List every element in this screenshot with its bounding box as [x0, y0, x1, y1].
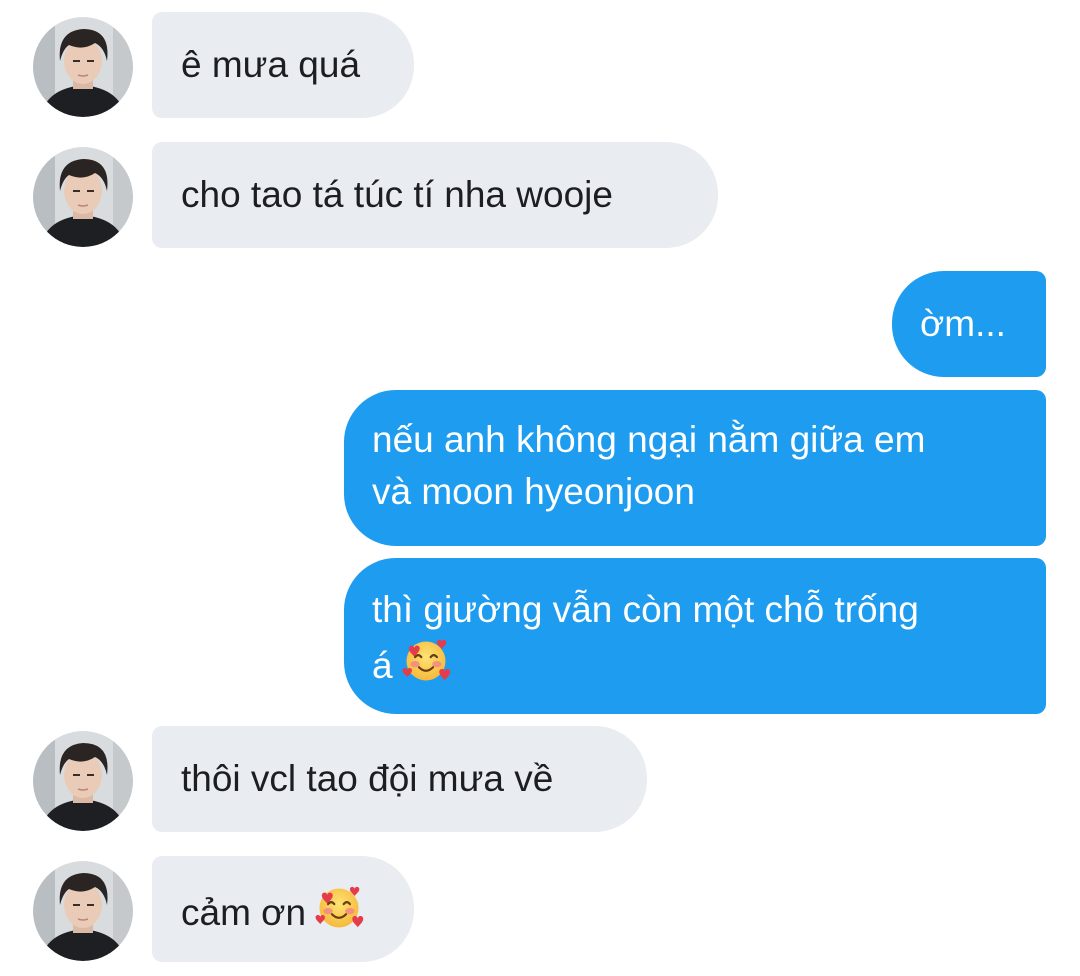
- incoming-message-bubble[interactable]: ê mưa quá: [152, 12, 414, 118]
- message-text-line: nếu anh không ngại nằm giữa em: [372, 419, 926, 460]
- message-text-line: á: [372, 645, 393, 686]
- contact-avatar[interactable]: [33, 861, 133, 961]
- message-text: ờm...: [920, 303, 1006, 344]
- outgoing-message-bubble[interactable]: nếu anh không ngại nằm giữa em và moon h…: [344, 390, 1046, 546]
- incoming-message-bubble[interactable]: cho tao tá túc tí nha wooje: [152, 142, 718, 248]
- contact-avatar[interactable]: [33, 731, 133, 831]
- message-text-line: và moon hyeonjoon: [372, 471, 695, 512]
- outgoing-message-bubble[interactable]: thì giường vẫn còn một chỗ trống á: [344, 558, 1046, 714]
- contact-avatar-photo: [33, 861, 133, 961]
- message-text: thôi vcl tao đội mưa về: [181, 758, 554, 799]
- smiling-face-with-hearts-icon: [401, 636, 451, 686]
- message-text: cho tao tá túc tí nha wooje: [181, 174, 613, 215]
- incoming-message-bubble[interactable]: thôi vcl tao đội mưa về: [152, 726, 647, 832]
- contact-avatar-photo: [33, 731, 133, 831]
- incoming-message-bubble[interactable]: cảm ơn: [152, 856, 414, 962]
- contact-avatar-photo: [33, 147, 133, 247]
- outgoing-message-bubble[interactable]: ờm...: [892, 271, 1046, 377]
- message-text: ê mưa quá: [181, 44, 361, 85]
- message-text-line: thì giường vẫn còn một chỗ trống: [372, 589, 919, 630]
- contact-avatar[interactable]: [33, 147, 133, 247]
- message-text: cảm ơn: [181, 892, 307, 933]
- contact-avatar[interactable]: [33, 17, 133, 117]
- smiling-face-with-hearts-icon: [314, 883, 364, 933]
- contact-avatar-photo: [33, 17, 133, 117]
